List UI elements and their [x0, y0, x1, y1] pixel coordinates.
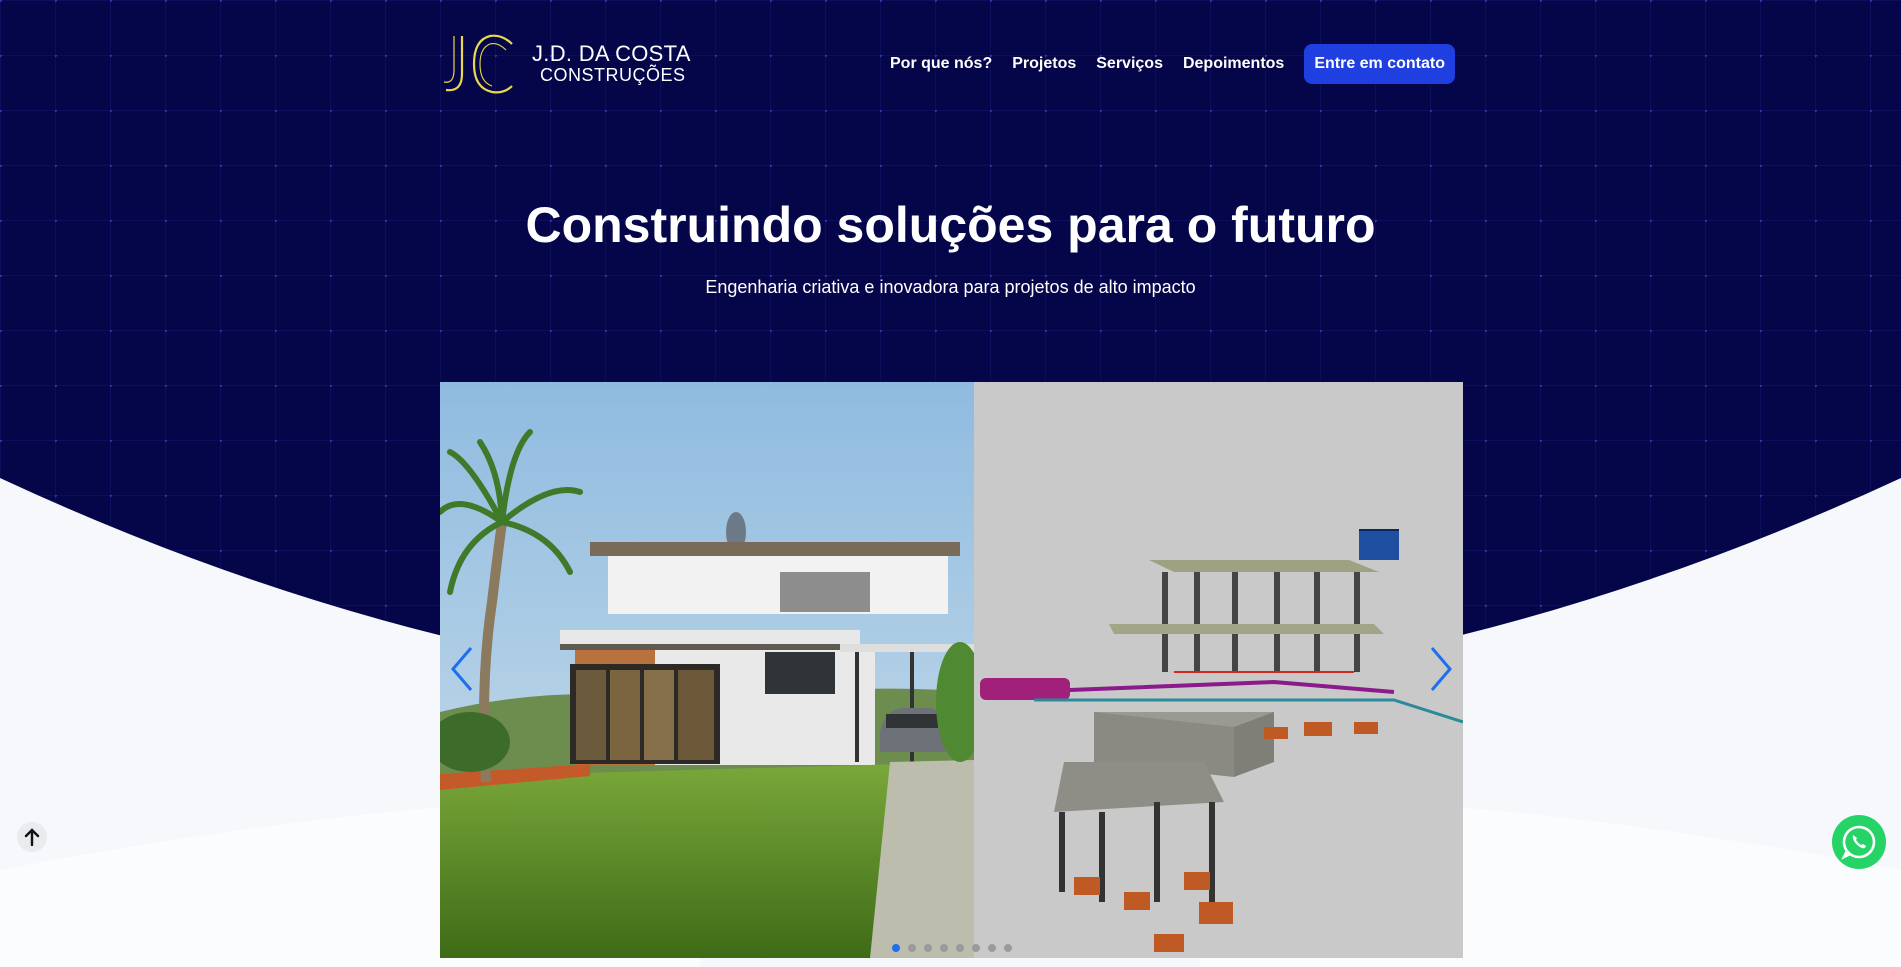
brand-name: J.D. DA COSTA [532, 41, 691, 66]
carousel-dot[interactable] [891, 944, 900, 952]
jc-monogram-icon [443, 34, 513, 94]
nav-link-servicos[interactable]: Serviços [1096, 55, 1163, 73]
scroll-top-button[interactable] [17, 822, 47, 852]
carousel-next-button[interactable] [1425, 644, 1457, 694]
carousel-dot[interactable] [1003, 944, 1012, 952]
hero-title: Construindo soluções para o futuro [525, 197, 1376, 253]
project-carousel[interactable] [440, 382, 1463, 958]
arrow-up-icon [24, 828, 40, 846]
nav-link-depoimentos[interactable]: Depoimentos [1183, 55, 1284, 73]
chevron-right-icon [1430, 647, 1452, 691]
carousel-prev-button[interactable] [446, 644, 478, 694]
brand-logo[interactable]: J.D. DA COSTA CONSTRUÇÕES [440, 28, 691, 100]
whatsapp-icon [1841, 825, 1876, 860]
chevron-left-icon [451, 647, 473, 691]
main-nav: Por que nós? Projetos Serviços Depoiment… [890, 44, 1455, 84]
structural-model-image [974, 382, 1463, 958]
carousel-dot[interactable] [955, 944, 964, 952]
house-render-image [440, 382, 974, 958]
nav-link-projetos[interactable]: Projetos [1012, 55, 1076, 73]
whatsapp-button[interactable] [1832, 815, 1886, 869]
site-header: J.D. DA COSTA CONSTRUÇÕES Por que nós? P… [440, 28, 1455, 100]
carousel-pagination [440, 944, 1463, 952]
carousel-dot[interactable] [939, 944, 948, 952]
brand-subtitle: CONSTRUÇÕES [540, 65, 686, 86]
carousel-dot[interactable] [987, 944, 996, 952]
nav-link-por-que-nos[interactable]: Por que nós? [890, 55, 992, 73]
contact-button[interactable]: Entre em contato [1304, 44, 1455, 84]
hero-subtitle: Engenharia criativa e inovadora para pro… [705, 277, 1196, 297]
carousel-dot[interactable] [923, 944, 932, 952]
carousel-dot[interactable] [971, 944, 980, 952]
carousel-dot[interactable] [907, 944, 916, 952]
brand-text: J.D. DA COSTA CONSTRUÇÕES [532, 41, 691, 86]
